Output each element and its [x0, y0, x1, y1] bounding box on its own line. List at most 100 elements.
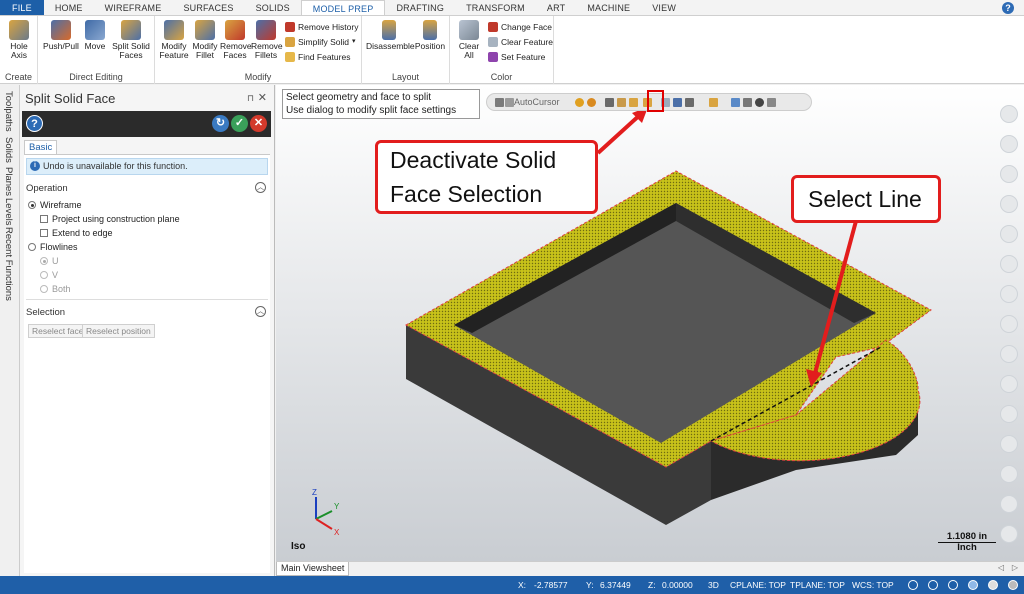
- reselect-face-button[interactable]: Reselect face: [28, 324, 88, 338]
- tplane-selector[interactable]: TPLANE: TOP: [790, 576, 845, 594]
- set-feature-button[interactable]: Set Feature: [488, 51, 545, 63]
- modify-fillet-button[interactable]: Modify Fillet: [191, 20, 219, 60]
- tab-wireframe[interactable]: WIREFRAME: [94, 0, 173, 15]
- extend-to-edge-checkbox[interactable]: Extend to edge: [40, 228, 113, 238]
- tab-file[interactable]: FILE: [0, 0, 44, 15]
- split-solid-faces-button[interactable]: Split Solid Faces: [110, 20, 152, 60]
- position-button[interactable]: Position: [414, 20, 446, 51]
- close-icon[interactable]: ✕: [258, 91, 267, 104]
- selection-section-header[interactable]: Selection ︿: [26, 306, 268, 318]
- measure-icon[interactable]: [1000, 285, 1018, 303]
- edit-icon[interactable]: [1000, 315, 1018, 333]
- ok-button[interactable]: ✓: [231, 115, 248, 132]
- autocursor-icon[interactable]: [505, 98, 514, 107]
- help-icon[interactable]: ?: [1002, 2, 1014, 14]
- u-radio[interactable]: U: [40, 256, 59, 266]
- tab-home[interactable]: HOME: [44, 0, 94, 15]
- cursor-icon[interactable]: [605, 98, 614, 107]
- lock-icon[interactable]: [495, 98, 504, 107]
- operation-section-header[interactable]: Operation ︿: [26, 182, 268, 194]
- stop-icon[interactable]: [1000, 525, 1018, 543]
- ok-and-create-new-button[interactable]: ↻: [212, 115, 229, 132]
- wireframe-radio[interactable]: Wireframe: [28, 200, 82, 210]
- viewsheet-tab-main[interactable]: Main Viewsheet: [276, 562, 350, 576]
- remove-history-button[interactable]: Remove History: [285, 21, 358, 33]
- flowlines-radio[interactable]: Flowlines: [28, 242, 78, 252]
- color-icon[interactable]: [1000, 405, 1018, 423]
- filter-icon[interactable]: [731, 98, 740, 107]
- material-icon[interactable]: [1008, 580, 1018, 590]
- dimension-icon[interactable]: [1000, 255, 1018, 273]
- reselect-position-button[interactable]: Reselect position: [82, 324, 155, 338]
- prev-sheet-icon[interactable]: ◁: [998, 563, 1004, 572]
- wireframe-view-icon[interactable]: [928, 580, 938, 590]
- wcs-selector[interactable]: WCS: TOP: [852, 576, 894, 594]
- tab-machine[interactable]: MACHINE: [576, 0, 641, 15]
- spark-icon[interactable]: [575, 98, 584, 107]
- pointer-icon[interactable]: [767, 98, 776, 107]
- simplify-solid-button[interactable]: Simplify Solid ▾: [285, 36, 356, 48]
- hole-axis-button[interactable]: Hole Axis: [4, 20, 34, 60]
- v-radio[interactable]: V: [40, 270, 58, 280]
- help-button[interactable]: ?: [26, 115, 43, 132]
- tab-basic[interactable]: Basic: [24, 140, 58, 154]
- grid-select-icon[interactable]: [709, 98, 718, 107]
- tab-view[interactable]: VIEW: [641, 0, 687, 15]
- disassemble-button[interactable]: Disassemble: [366, 20, 415, 51]
- gear-icon[interactable]: [587, 98, 596, 107]
- face-select-icon[interactable]: [629, 98, 638, 107]
- solid-select-icon[interactable]: [617, 98, 626, 107]
- collapse-icon[interactable]: ︿: [255, 306, 266, 317]
- tab-solids[interactable]: SOLIDS: [245, 0, 301, 15]
- clear-all-button[interactable]: Clear All: [455, 20, 483, 60]
- shade-icon[interactable]: [1000, 225, 1018, 243]
- solid-view-icon[interactable]: [1000, 375, 1018, 393]
- z-coordinate-value: 0.00000: [662, 580, 693, 590]
- tab-model-prep[interactable]: MODEL PREP: [300, 0, 386, 15]
- next-sheet-icon[interactable]: ▷: [1012, 563, 1018, 572]
- remove-faces-button[interactable]: Remove Faces: [220, 20, 252, 60]
- change-face-button[interactable]: Change Face: [488, 21, 552, 33]
- tab-art[interactable]: ART: [536, 0, 576, 15]
- push-pull-button[interactable]: Push/Pull: [43, 20, 79, 51]
- analyze-icon[interactable]: [1000, 195, 1018, 213]
- clear-icon[interactable]: [1000, 435, 1018, 453]
- star-icon[interactable]: [1000, 465, 1018, 483]
- project-construction-plane-checkbox[interactable]: Project using construction plane: [40, 214, 180, 224]
- side-tab-recent-functions[interactable]: Recent Functions: [3, 227, 14, 301]
- tab-transform[interactable]: TRANSFORM: [455, 0, 536, 15]
- zoom-in-icon[interactable]: [1000, 105, 1018, 123]
- shaded-view-icon[interactable]: [948, 580, 958, 590]
- rotate-icon[interactable]: [1000, 165, 1018, 183]
- cancel-button[interactable]: ✕: [250, 115, 267, 132]
- side-tab-levels[interactable]: Levels: [3, 198, 14, 225]
- move-button[interactable]: Move: [83, 20, 107, 51]
- body-select-icon[interactable]: [673, 98, 682, 107]
- autocursor-dropdown[interactable]: AutoCursor: [514, 97, 560, 107]
- unzoom-icon[interactable]: [1000, 135, 1018, 153]
- settings-icon[interactable]: [1000, 495, 1018, 513]
- tab-surfaces[interactable]: SURFACES: [172, 0, 244, 15]
- mode-toggle[interactable]: 3D: [708, 576, 719, 594]
- remove-fillets-button[interactable]: Remove Fillets: [251, 20, 283, 60]
- cplane-selector[interactable]: CPLANE: TOP: [730, 576, 786, 594]
- layer-icon[interactable]: [1000, 345, 1018, 363]
- translucent-icon[interactable]: [988, 580, 998, 590]
- push-pull-label: Push/Pull: [43, 41, 79, 51]
- modify-feature-button[interactable]: Modify Feature: [158, 20, 190, 60]
- clear-feature-button[interactable]: Clear Feature: [488, 36, 553, 48]
- collapse-icon[interactable]: ︿: [255, 182, 266, 193]
- shaded-edges-icon[interactable]: [968, 580, 978, 590]
- window-select-icon[interactable]: [685, 98, 694, 107]
- side-tab-toolpaths[interactable]: Toolpaths: [3, 91, 14, 132]
- side-tab-planes[interactable]: Planes: [3, 167, 14, 196]
- find-features-button[interactable]: Find Features: [285, 51, 350, 63]
- pin-icon[interactable]: ⊓: [247, 93, 254, 104]
- side-tab-solids[interactable]: Solids: [3, 137, 14, 163]
- refresh-icon[interactable]: [755, 98, 764, 107]
- graphics-viewport[interactable]: Z Y X Select geometry and face to split …: [276, 85, 1024, 561]
- globe-icon[interactable]: [908, 580, 918, 590]
- both-radio[interactable]: Both: [40, 284, 71, 294]
- tab-drafting[interactable]: DRAFTING: [385, 0, 455, 15]
- verify-icon[interactable]: [743, 98, 752, 107]
